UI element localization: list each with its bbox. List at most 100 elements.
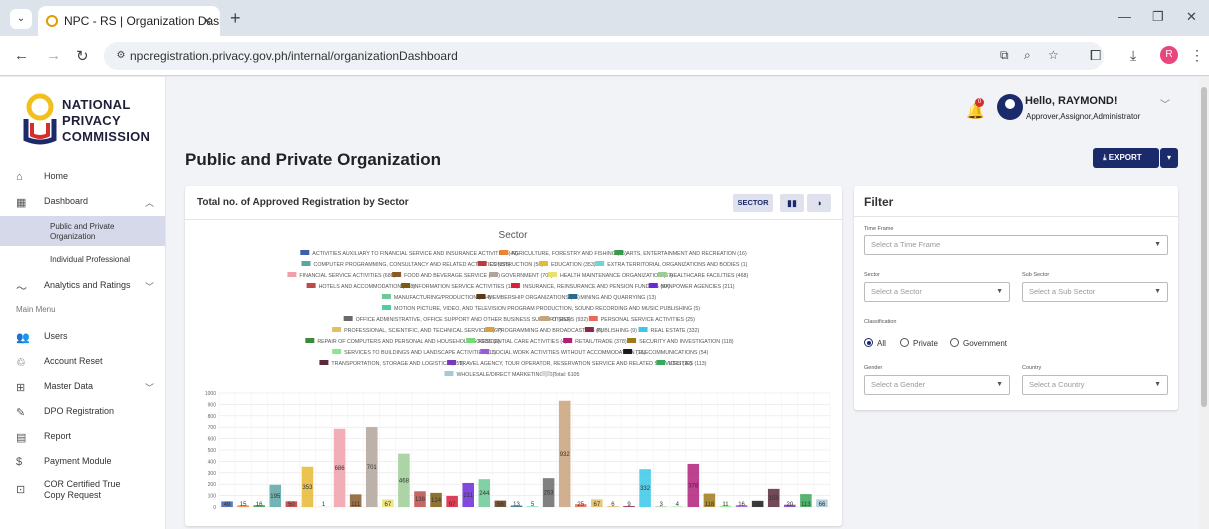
legend-swatch: [332, 327, 342, 332]
sector-label: Sector: [864, 272, 880, 278]
legend-label: PUBLISHING (9): [597, 328, 637, 334]
notification-badge: 0: [975, 98, 984, 107]
data-label: 13: [513, 502, 520, 508]
report-icon: ▤: [16, 432, 27, 444]
legend-swatch: [381, 294, 391, 299]
legend-swatch: [568, 294, 578, 299]
npc-favicon-icon: [46, 15, 58, 27]
new-tab-button[interactable]: +: [230, 8, 241, 29]
reload-icon[interactable]: ↻: [76, 47, 89, 65]
browser-tab[interactable]: NPC - RS | Organization Dashb ✕: [38, 6, 220, 36]
country-select[interactable]: Select a Country ▼: [1022, 375, 1168, 395]
gender-select[interactable]: Select a Gender ▼: [864, 375, 1010, 395]
legend-label: INFORMATION SERVICE ACTIVITIES (124): [413, 284, 518, 290]
restore-button[interactable]: ❐: [1152, 9, 1164, 25]
data-label: 159: [769, 496, 780, 502]
install-icon[interactable]: ⧉: [1000, 48, 1009, 63]
sub-sector-label: Sub Sector: [1022, 272, 1050, 278]
legend-label: FINANCIAL SERVICE ACTIVITIES (686): [299, 273, 395, 279]
data-label: 701: [367, 465, 378, 471]
legend-label: Total: 6105: [554, 372, 580, 378]
data-label: 468: [399, 478, 410, 484]
sidebar-item-individual-professional[interactable]: Individual Professional: [0, 255, 165, 269]
legend-swatch: [480, 349, 490, 354]
legend-swatch: [382, 305, 392, 310]
minimize-button[interactable]: —: [1118, 9, 1131, 24]
sector-select[interactable]: Select a Sector ▼: [864, 282, 1010, 302]
data-label: 25: [577, 502, 584, 508]
country-label: Country: [1022, 365, 1042, 371]
site-info-icon[interactable]: ⚙: [112, 47, 130, 65]
url-text[interactable]: npcregistration.privacy.gov.ph/internal/…: [130, 49, 458, 63]
data-label: 20: [786, 502, 793, 508]
export-button[interactable]: ⤓ EXPORT: [1093, 148, 1159, 168]
legend-label: REAL ESTATE (332): [651, 328, 700, 334]
extensions-icon[interactable]: ⧠: [1090, 47, 1101, 64]
classification-radio-government[interactable]: Government: [950, 338, 1007, 348]
back-icon[interactable]: ←: [14, 47, 29, 64]
legend-swatch: [541, 371, 551, 376]
sidebar-item-master-data[interactable]: ⊞ Master Data ﹀: [0, 381, 165, 397]
tab-search-button[interactable]: ⌄: [10, 9, 32, 29]
omnibox[interactable]: ⚙ npcregistration.privacy.gov.ph/interna…: [104, 42, 1104, 70]
user-menu-chevron-icon[interactable]: ﹀: [1160, 96, 1170, 111]
close-window-button[interactable]: ✕: [1186, 9, 1197, 25]
sidebar-item-account-reset[interactable]: ♲ Account Reset: [0, 356, 165, 372]
legend-label: SECURITY AND INVESTIGATION (118): [639, 339, 734, 345]
address-bar: ← → ↻ ⚙ npcregistration.privacy.gov.ph/i…: [0, 36, 1209, 76]
sidebar: NATIONAL PRIVACY COMMISSION ⌂ Home ▦ Das…: [0, 77, 166, 529]
forward-icon[interactable]: →: [46, 47, 61, 64]
sidebar-item-dashboard[interactable]: ▦ Dashboard ︿: [0, 196, 165, 212]
sidebar-item-users[interactable]: 👥 Users: [0, 331, 165, 347]
sidebar-item-report[interactable]: ▤ Report: [0, 431, 165, 447]
legend-label: FOOD AND BEVERAGE SERVICE (111): [404, 273, 500, 279]
y-tick-label: 200: [208, 482, 217, 488]
legend-swatch: [444, 371, 454, 376]
legend-swatch: [305, 338, 315, 343]
dollar-icon: $: [16, 456, 23, 468]
legend-swatch: [656, 360, 666, 365]
caret-down-icon: ▼: [1154, 241, 1161, 248]
legend-swatch: [510, 283, 520, 288]
classification-radio-private[interactable]: Private: [900, 338, 938, 348]
legend-swatch: [300, 250, 310, 255]
chart-title: Sector: [499, 230, 529, 241]
pie-chart-icon[interactable]: ◑: [807, 194, 831, 212]
filter-card: Filter Time Frame Select a Time Frame ▼ …: [854, 186, 1178, 410]
export-dropdown-button[interactable]: ▾: [1160, 148, 1178, 168]
sidebar-item-cor-request[interactable]: ⊡ COR Certified True Copy Request: [0, 479, 165, 503]
legend-swatch: [301, 261, 311, 266]
bar-chart-icon[interactable]: ▮▮: [780, 194, 804, 212]
profile-avatar[interactable]: R: [1160, 46, 1178, 64]
sidebar-item-analytics[interactable]: 〜 Analytics and Ratings ﹀: [0, 280, 165, 296]
zoom-icon[interactable]: ⌕: [1024, 48, 1031, 63]
legend-label: SERVICES TO BUILDINGS AND LANDSCAPE ACTI…: [344, 350, 496, 356]
data-label: 353: [302, 485, 313, 491]
legend-label: RESIDENTIAL CARE ACTIVITIES (4): [478, 339, 567, 345]
sector-toggle-button[interactable]: SECTOR: [733, 194, 773, 212]
legend-label: OFFICE ADMINISTRATIVE, OFFICE SUPPORT AN…: [356, 317, 571, 323]
sidebar-item-public-private-org[interactable]: Public and Private Organization: [0, 216, 165, 246]
download-icon[interactable]: ⤓: [1130, 47, 1136, 64]
user-avatar[interactable]: [997, 94, 1023, 120]
data-label: 138: [415, 497, 426, 503]
sidebar-item-dpo-registration[interactable]: ✎ DPO Registration: [0, 406, 165, 422]
radio-unchecked-icon: [900, 338, 909, 347]
time-frame-select[interactable]: Select a Time Frame ▼: [864, 235, 1168, 255]
y-tick-label: 500: [208, 448, 217, 454]
menu-dots-icon[interactable]: ⋮: [1190, 47, 1204, 64]
y-tick-label: 700: [208, 425, 217, 431]
sidebar-item-home[interactable]: ⌂ Home: [0, 171, 165, 187]
sub-sector-select[interactable]: Select a Sub Sector ▼: [1022, 282, 1168, 302]
caret-down-icon: ▼: [1154, 288, 1161, 295]
legend-label: MINING AND QUARRYING (13): [580, 295, 656, 301]
legend-label: CONSTRUCTION (50): [490, 262, 544, 268]
sidebar-item-payment[interactable]: $ Payment Module: [0, 456, 165, 472]
data-label: 50: [288, 502, 295, 508]
page-scrollbar[interactable]: [1199, 77, 1209, 529]
tab-close-icon[interactable]: ✕: [202, 6, 212, 36]
scroll-thumb[interactable]: [1201, 87, 1207, 407]
legend-swatch: [489, 272, 499, 277]
bookmark-star-icon[interactable]: ☆: [1048, 48, 1059, 62]
classification-radio-all[interactable]: All: [864, 338, 886, 348]
